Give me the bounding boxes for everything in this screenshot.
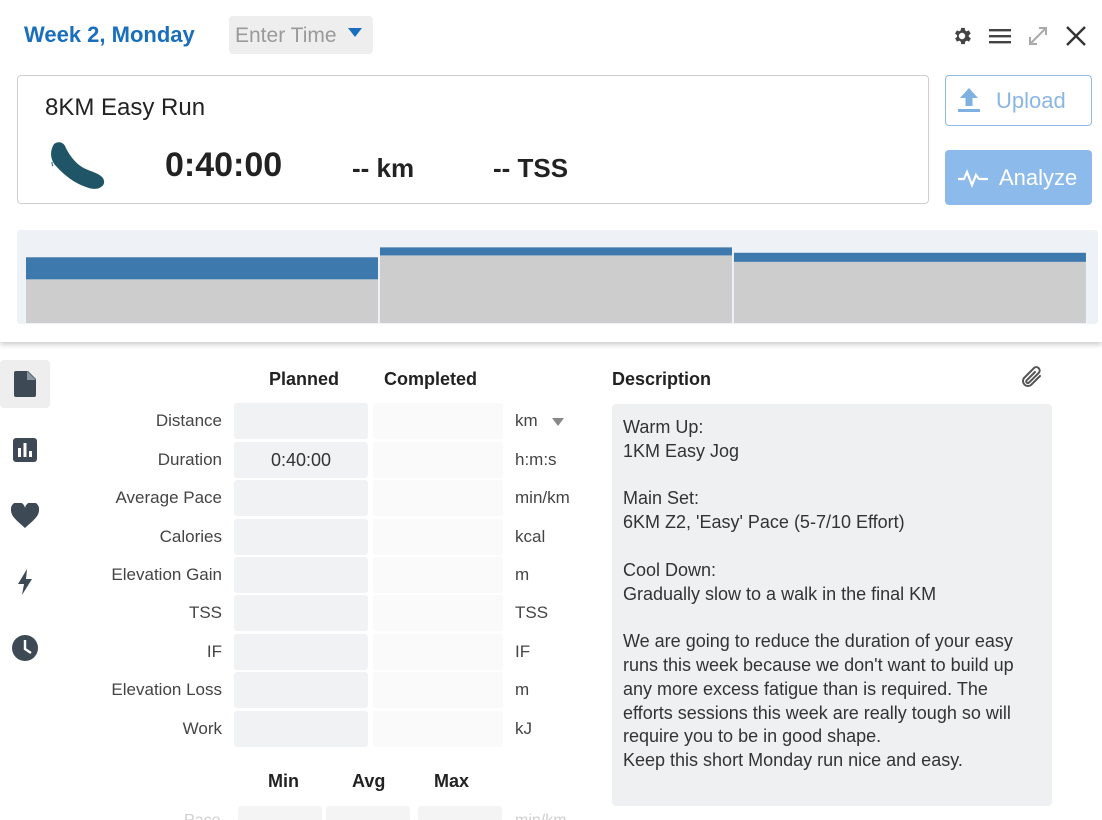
unit-label: min/km [515,812,567,820]
expand-icon[interactable] [1026,24,1050,48]
document-icon [14,371,36,397]
planned-input[interactable] [234,595,368,631]
planned-input[interactable] [234,557,368,593]
metric-row-duration: Duration 0:40:00 h:m:s [0,442,600,478]
running-shoe-icon [46,140,106,197]
min-column-header: Min [268,771,299,791]
metric-row-distance: Distance km [0,403,600,439]
planned-input[interactable] [234,480,368,516]
planned-input[interactable] [234,403,368,439]
metric-row-work: Work kJ [0,711,600,747]
interval-chart-svg [26,247,1086,323]
planned-input[interactable]: 0:40:00 [234,442,368,478]
workout-summary: 8KM Easy Run 0:40:00 -- km -- TSS [17,75,929,204]
unit-label: m [515,680,530,699]
completed-column-header: Completed [384,369,478,389]
time-select-placeholder: Enter Time [235,24,337,47]
avg-column-header: Avg [352,771,386,791]
window-controls [950,24,1088,48]
analyze-label: Analyze [999,164,1078,190]
metric-row-elevation-gain: Elevation Gain m [0,557,600,593]
interval-target-bar-2 [379,247,732,256]
caret-down-icon [348,28,362,37]
unit-label: h:m:s [515,450,557,469]
unit-label: IF [515,642,531,661]
nav-summary[interactable] [0,360,50,408]
description-header: Description [612,369,712,389]
upload-icon [958,87,980,112]
interval-block-2[interactable] [379,247,732,323]
day-title: Week 2, Monday [24,22,195,47]
metric-label: Elevation Gain [111,565,222,584]
metric-row-elevation-loss: Elevation Loss m [0,672,600,708]
metric-row-average-pace: Average Pace min/km [0,480,600,516]
unit-label: kcal [515,527,546,546]
time-select[interactable]: Enter Time [229,16,373,54]
unit-label: TSS [515,603,549,622]
completed-input[interactable] [373,711,503,747]
max-column-header: Max [434,771,470,791]
pulse-icon [958,168,988,188]
metric-label: Calories [159,527,222,546]
metric-row-tss: TSS TSS [0,595,600,631]
analyze-button[interactable]: Analyze [945,150,1092,205]
planned-input[interactable] [234,672,368,708]
gear-icon[interactable] [950,24,974,48]
completed-input[interactable] [373,442,503,478]
caret-down-icon [551,417,564,426]
unit-label: km [515,411,538,430]
metric-label: Elevation Loss [111,680,222,699]
workout-header-panel: Week 2, Monday Enter Time 8KM Easy Run 0… [0,0,1102,342]
metric-label: IF [206,642,222,661]
planned-duration: 0:40:00 [165,146,283,184]
metric-label: Pace [184,812,220,820]
interval-target-bar-3 [733,252,1086,262]
planned-input[interactable] [234,519,368,555]
metric-row-pace-stats: Pace min/km [0,806,600,820]
interval-target-bar-1 [26,257,378,280]
planned-input[interactable] [234,634,368,670]
min-input[interactable] [238,806,322,820]
description-text[interactable]: Warm Up: 1KM Easy Jog Main Set: 6KM Z2, … [612,404,1052,806]
completed-input[interactable] [373,480,503,516]
planned-column-header: Planned [269,369,340,389]
max-input[interactable] [418,806,502,820]
planned-distance: -- km [352,153,415,183]
unit-select[interactable]: km [515,411,564,431]
menu-icon[interactable] [988,24,1012,48]
interval-block-3[interactable] [733,252,1086,323]
upload-button[interactable]: Upload [945,75,1092,126]
metric-label: TSS [188,603,222,622]
close-icon[interactable] [1064,24,1088,48]
unit-label: m [515,565,530,584]
completed-input[interactable] [373,403,503,439]
unit-label: kJ [515,719,532,738]
metric-label: Duration [157,450,222,469]
completed-input[interactable] [373,595,503,631]
workout-title: 8KM Easy Run [45,94,206,121]
avg-input[interactable] [326,806,410,820]
completed-input[interactable] [373,634,503,670]
planned-tss: -- TSS [493,153,569,183]
completed-input[interactable] [373,672,503,708]
unit-label: min/km [515,488,570,507]
metric-label: Average Pace [115,488,222,507]
completed-input[interactable] [373,557,503,593]
metric-row-calories: Calories kcal [0,519,600,555]
interval-chart [17,230,1098,324]
metric-label: Distance [155,411,222,430]
upload-label: Upload [996,87,1066,113]
metric-row-if: IF IF [0,634,600,670]
completed-input[interactable] [373,519,503,555]
planned-input[interactable] [234,711,368,747]
paperclip-icon[interactable] [1020,364,1046,397]
metric-label: Work [182,719,222,738]
